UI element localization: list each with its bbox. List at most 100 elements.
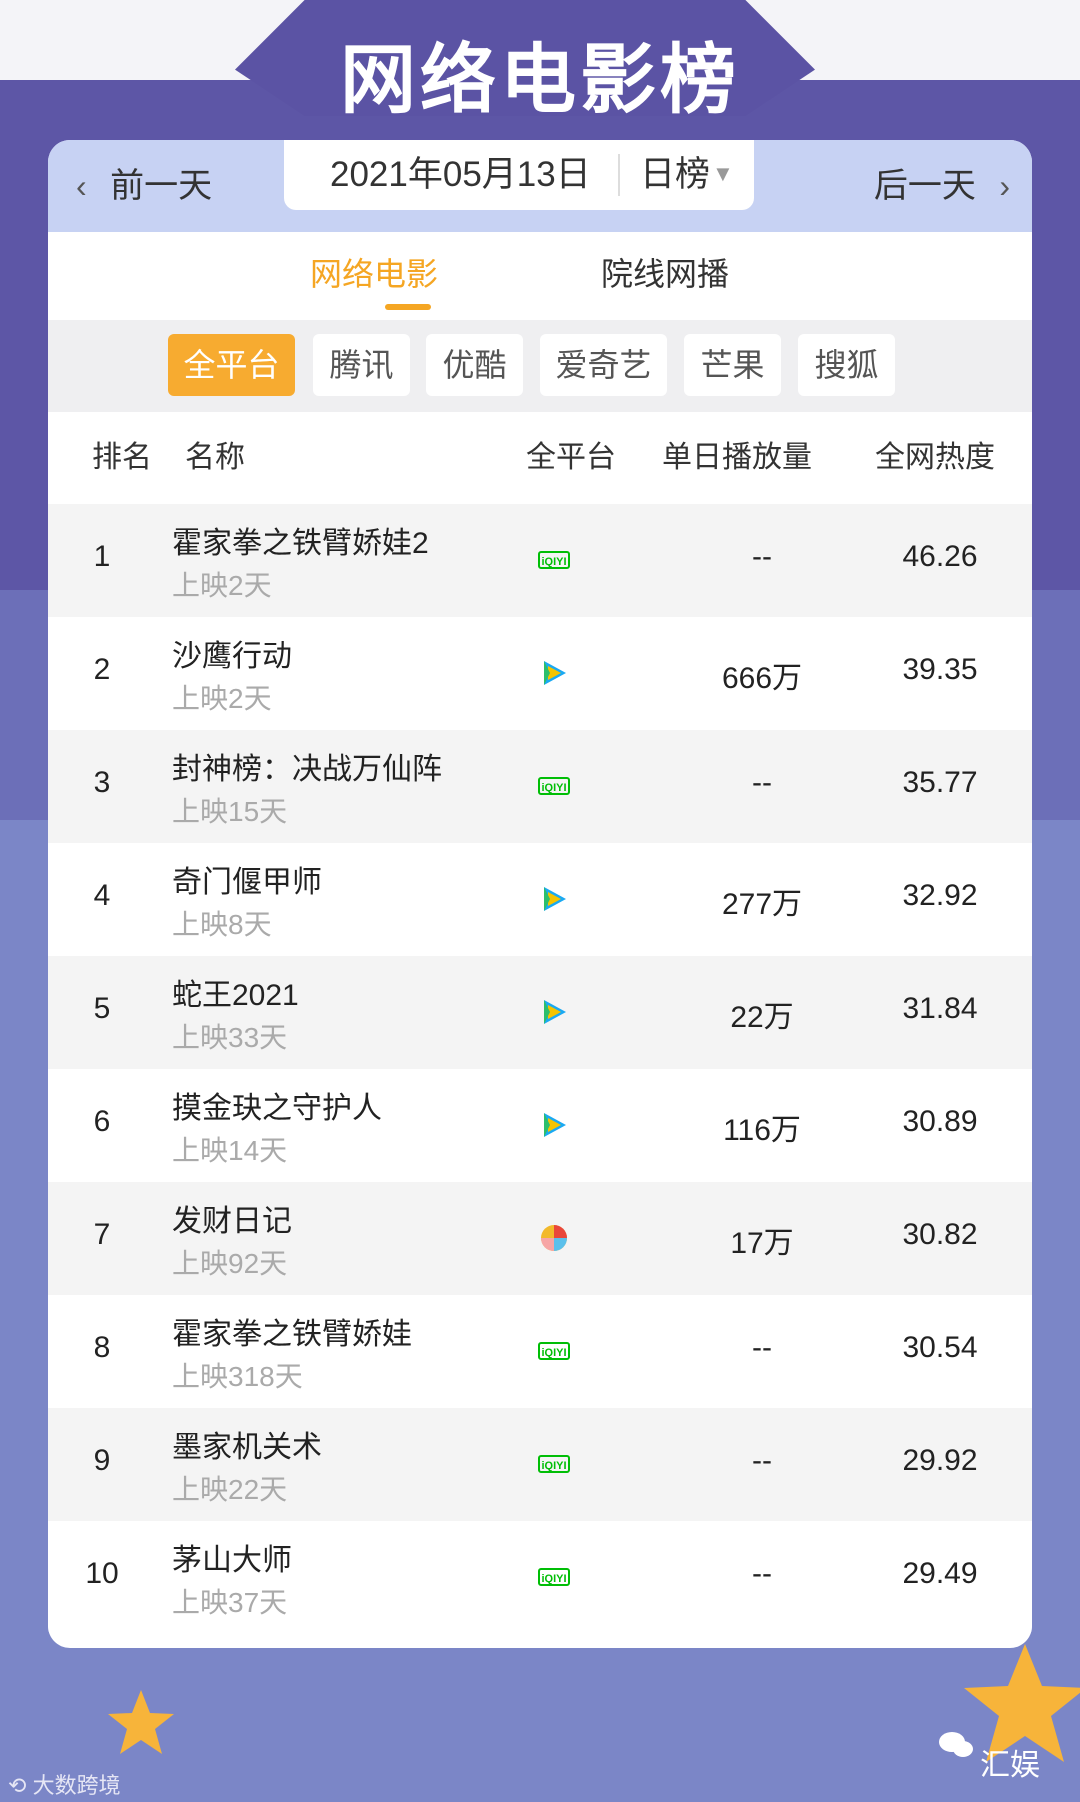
row-rank: 7 [93,1218,111,1251]
next-day-label: 后一天 [873,167,976,205]
release-days: 上映2天 [172,570,272,601]
header-rank: 排名 [92,441,152,474]
platform-chip-tencent[interactable]: 腾讯 [313,334,410,396]
star-decoration-icon [108,1690,174,1754]
chevron-right-icon: › [999,168,1010,204]
current-date[interactable]: 2021年05月13日 [330,140,591,210]
active-tab-indicator [385,304,431,310]
page-title: 网络电影榜 [340,38,740,123]
platform-chip-youku[interactable]: 优酷 [426,334,523,396]
movie-title[interactable]: 茅山大师 [172,1535,292,1579]
daily-plays: -- [752,540,772,573]
header-name: 名称 [185,441,245,474]
daily-plays: 666万 [721,662,803,695]
heat-score: 39.35 [902,653,978,686]
heat-score: 32.92 [902,879,978,912]
ranking-card: ‹ 前一天 2021年05月13日 日榜 ▼ 后一天 › 网络电影 院线网播 全… [48,140,1032,1648]
daily-plays: -- [752,1444,772,1477]
watermark-mark-icon: ⟲ [8,1773,27,1798]
table-row[interactable]: 6 摸金玦之守护人上映14天 116万 30.89 [48,1069,1032,1182]
tencent-video-icon [544,887,566,911]
heat-score: 29.49 [902,1557,978,1590]
movie-title[interactable]: 奇门偃甲师 [172,857,322,901]
iqiyi-icon: iQIYI [538,551,570,569]
table-row[interactable]: 5 蛇王2021 上映33天 22万 31.84 [48,956,1032,1069]
watermark-left-text: 大数跨境 [32,1773,121,1798]
heat-score: 46.26 [902,540,978,573]
release-days: 上映15天 [172,796,288,827]
platform-filter: 全平台 腾讯 优酷 爱奇艺 芒果 搜狐 [48,320,1032,412]
row-rank: 2 [93,653,111,686]
date-navigation-bar: ‹ 前一天 2021年05月13日 日榜 ▼ 后一天 › [48,140,1032,232]
table-row[interactable]: 1 霍家拳之铁臂娇娃2 上映2天 iQIYI -- 46.26 [48,504,1032,617]
movie-title[interactable]: 墨家机关术 [172,1422,322,1466]
heat-score: 31.84 [902,992,978,1025]
tencent-video-icon [544,1113,566,1137]
heat-score: 30.54 [902,1331,978,1364]
prev-day-label: 前一天 [110,167,213,205]
table-row[interactable]: 8 霍家拳之铁臂娇娃上映318天 iQIYI -- 30.54 [48,1295,1032,1408]
platform-chip-all[interactable]: 全平台 [168,334,295,396]
category-tabs: 网络电影 院线网播 [48,232,1032,320]
release-days: 上映33天 [172,1022,288,1053]
movie-title[interactable]: 摸金玦之守护人 [172,1083,382,1127]
header-platform: 全平台 [526,441,616,474]
row-rank: 4 [93,879,111,912]
chevron-left-icon: ‹ [76,168,87,204]
divider [618,154,620,196]
release-days: 上映2天 [172,683,272,714]
table-row[interactable]: 4 奇门偃甲师 上映8天 277万 32.92 [48,843,1032,956]
release-days: 上映318天 [172,1361,303,1392]
header-daily-plays: 单日播放量 [662,441,812,474]
row-rank: 5 [93,992,111,1025]
release-days: 上映22天 [172,1474,288,1505]
heat-score: 30.82 [902,1218,978,1251]
watermark-logo: ⟲ 大数跨境 [8,1768,121,1800]
row-rank: 8 [93,1331,111,1364]
table-row[interactable]: 7 发财日记 上映92天 17万 30.82 [48,1182,1032,1295]
movie-title[interactable]: 发财日记 [172,1196,292,1240]
period-select[interactable]: 日榜 [640,140,710,210]
movie-title[interactable]: 沙鹰行动 [172,631,292,675]
header-heat: 全网热度 [875,441,995,474]
row-rank: 9 [93,1444,111,1477]
table-row[interactable]: 10 茅山大师 上映37天 iQIYI -- 29.49 [48,1521,1032,1634]
tab-theater-online[interactable]: 院线网播 [601,232,729,316]
movie-title[interactable]: 蛇王2021 [172,970,299,1014]
platform-chip-iqiyi[interactable]: 爱奇艺 [540,334,667,396]
platform-chip-mango[interactable]: 芒果 [684,334,781,396]
movie-title[interactable]: 封神榜：决战万仙阵 [172,744,442,788]
caret-down-icon[interactable]: ▼ [712,140,734,208]
daily-plays: 116万 [723,1114,801,1147]
heat-score: 30.89 [902,1105,978,1138]
daily-plays: 277万 [721,888,803,921]
iqiyi-icon: iQIYI [538,1342,570,1360]
iqiyi-icon: iQIYI [538,1455,570,1473]
multi-platform-icon [541,1225,567,1251]
platform-chip-sohu[interactable]: 搜狐 [798,334,895,396]
next-day-button[interactable]: 后一天 › [874,156,1010,216]
daily-plays: -- [752,766,772,799]
row-rank: 6 [93,1105,111,1138]
table-header: 排名 名称 全平台 单日播放量 全网热度 [48,412,1032,504]
tencent-video-icon [544,661,566,685]
movie-title[interactable]: 霍家拳之铁臂娇娃2 [172,518,429,562]
table-row[interactable]: 2 沙鹰行动上映2天 666万 39.35 [48,617,1032,730]
date-selector[interactable]: 2021年05月13日 日榜 ▼ [284,140,754,210]
row-rank: 1 [93,540,111,573]
svg-text:iQIYI: iQIYI [541,1347,566,1359]
release-days: 上映14天 [172,1135,288,1166]
release-days: 上映92天 [172,1248,288,1279]
iqiyi-icon: iQIYI [538,777,570,795]
svg-text:iQIYI: iQIYI [541,1573,566,1585]
tencent-video-icon [544,1000,566,1024]
daily-plays: 22万 [730,1001,794,1034]
daily-plays: -- [752,1557,772,1590]
movie-title[interactable]: 霍家拳之铁臂娇娃 [172,1309,412,1353]
heat-score: 29.92 [902,1444,978,1477]
heat-score: 35.77 [902,766,978,799]
daily-plays: -- [752,1331,772,1364]
table-row[interactable]: 9 墨家机关术上映22天 iQIYI -- 29.92 [48,1408,1032,1521]
table-row[interactable]: 3 封神榜：决战万仙阵 上映15天 iQIYI -- 35.77 [48,730,1032,843]
prev-day-button[interactable]: ‹ 前一天 [76,156,212,216]
